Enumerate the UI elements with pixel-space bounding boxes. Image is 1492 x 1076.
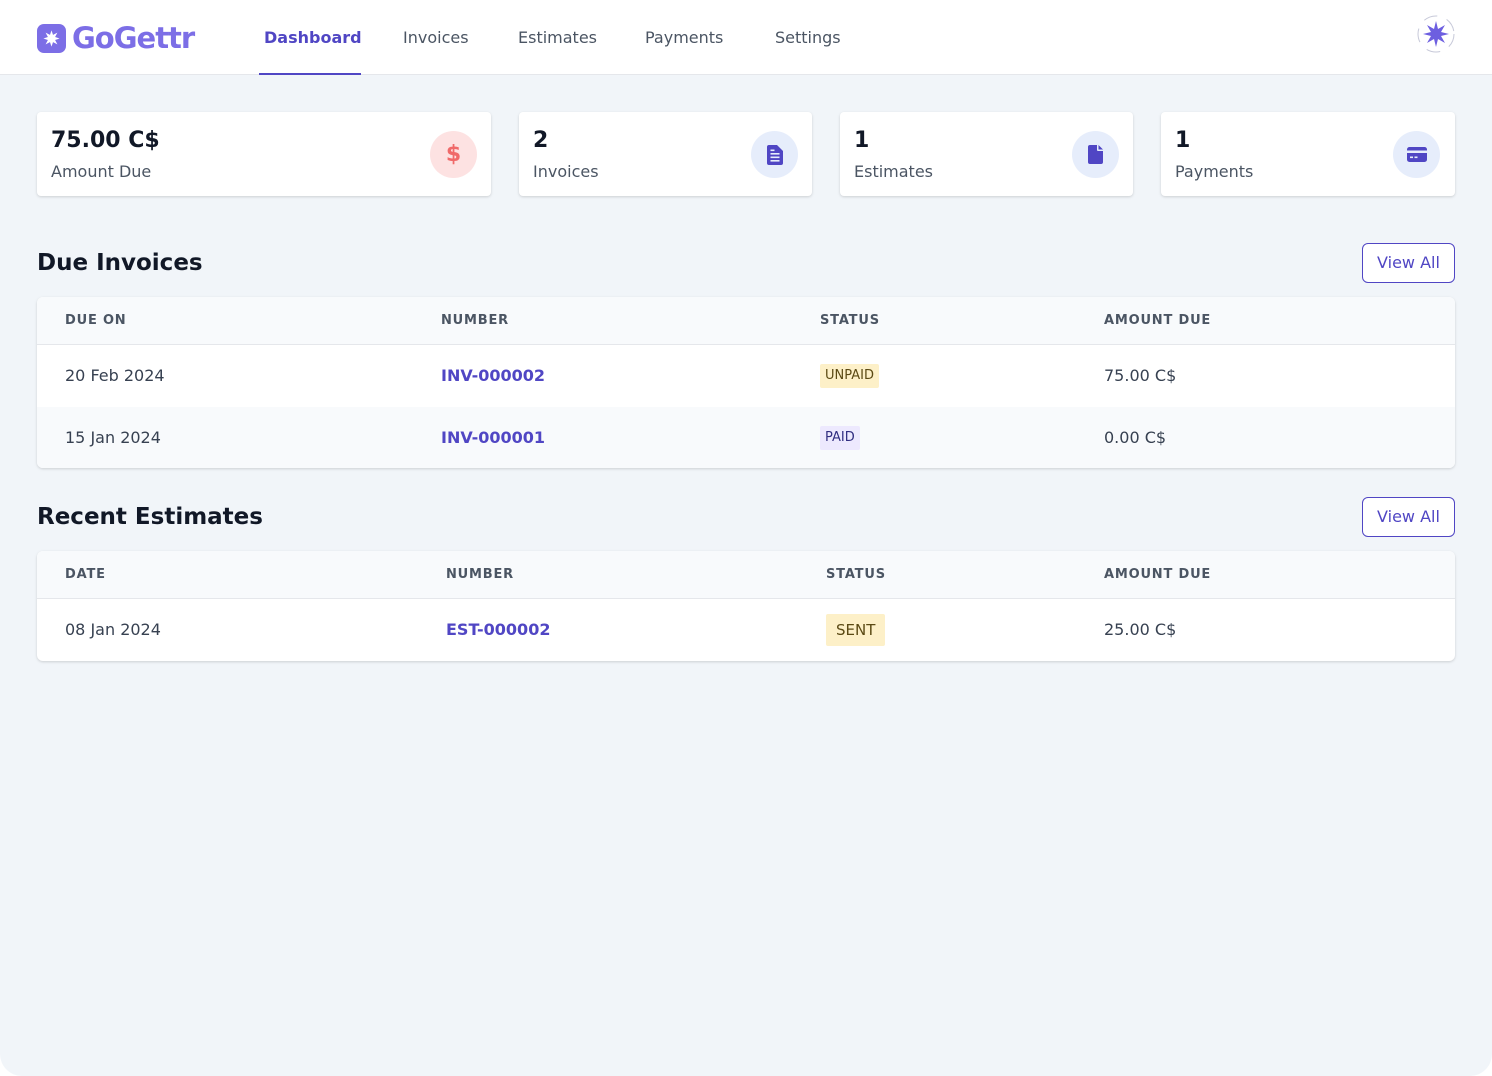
stat-label: Payments [1175,162,1254,181]
column-header-amount-due[interactable]: AMOUNT DUE [1104,551,1211,599]
tab-payments[interactable]: Payments [645,0,723,75]
column-header-due-on[interactable]: DUE ON [65,297,127,345]
due-invoices-title: Due Invoices [37,250,203,276]
invoice-number-link[interactable]: INV-000001 [441,407,545,468]
tab-estimates[interactable]: Estimates [518,0,597,75]
column-header-number[interactable]: NUMBER [446,551,514,599]
recent-estimates-title: Recent Estimates [37,504,263,530]
stat-value: 1 [854,128,870,153]
stat-card-amount-due[interactable]: 75.00 C$ Amount Due $ [37,112,491,196]
invoice-due-date: 15 Jan 2024 [65,428,161,447]
table-header: DUE ON NUMBER STATUS AMOUNT DUE [37,297,1455,345]
stat-card-payments[interactable]: 1 Payments [1161,112,1455,196]
recent-estimates-table: DATE NUMBER STATUS AMOUNT DUE 08 Jan 202… [37,551,1455,661]
document-list-icon [751,131,798,178]
stat-label: Invoices [533,162,599,181]
tab-dashboard[interactable]: Dashboard [264,0,362,75]
estimate-date: 08 Jan 2024 [65,620,161,639]
stat-label: Estimates [854,162,934,181]
column-header-amount-due[interactable]: AMOUNT DUE [1104,297,1211,345]
status-badge: SENT [826,614,886,646]
stat-value: 1 [1175,128,1191,153]
table-row[interactable]: 15 Jan 2024 INV-000001 PAID 0.00 C$ [37,407,1455,468]
invoice-amount-due: 0.00 C$ [1104,428,1167,447]
invoice-number-link[interactable]: INV-000002 [441,345,545,407]
document-icon [1072,131,1119,178]
user-avatar[interactable] [1415,14,1457,54]
table-row[interactable]: 20 Feb 2024 INV-000002 UNPAID 75.00 C$ [37,345,1455,407]
estimate-number-link[interactable]: EST-000002 [446,599,550,661]
tab-invoices[interactable]: Invoices [403,0,469,75]
brand-logo[interactable]: GoGettr [37,21,195,55]
page: GoGettr Dashboard Invoices Estimates Pay… [0,0,1492,1076]
stat-card-invoices[interactable]: 2 Invoices [519,112,812,196]
column-header-date[interactable]: DATE [65,551,106,599]
due-invoices-table: DUE ON NUMBER STATUS AMOUNT DUE 20 Feb 2… [37,297,1455,468]
view-all-estimates-button[interactable]: View All [1362,497,1455,537]
status-badge: PAID [820,426,860,450]
active-tab-indicator [259,73,361,75]
brand-name: GoGettr [72,21,195,55]
column-header-status[interactable]: STATUS [820,297,880,345]
column-header-status[interactable]: STATUS [826,551,886,599]
dollar-icon: $ [430,131,477,178]
estimate-amount-due: 25.00 C$ [1104,620,1177,639]
top-nav-bar: GoGettr Dashboard Invoices Estimates Pay… [0,0,1492,75]
stat-label: Amount Due [51,162,152,181]
status-badge: UNPAID [820,364,879,388]
invoice-amount-due: 75.00 C$ [1104,366,1177,385]
stat-value: 75.00 C$ [51,128,160,153]
invoice-due-date: 20 Feb 2024 [65,366,165,385]
table-row[interactable]: 08 Jan 2024 EST-000002 SENT 25.00 C$ [37,599,1455,661]
view-all-invoices-button[interactable]: View All [1362,243,1455,283]
tab-settings[interactable]: Settings [775,0,841,75]
credit-card-icon [1393,131,1440,178]
logo-icon [37,23,66,53]
stat-card-estimates[interactable]: 1 Estimates [840,112,1133,196]
column-header-number[interactable]: NUMBER [441,297,509,345]
stat-value: 2 [533,128,549,153]
table-header: DATE NUMBER STATUS AMOUNT DUE [37,551,1455,599]
